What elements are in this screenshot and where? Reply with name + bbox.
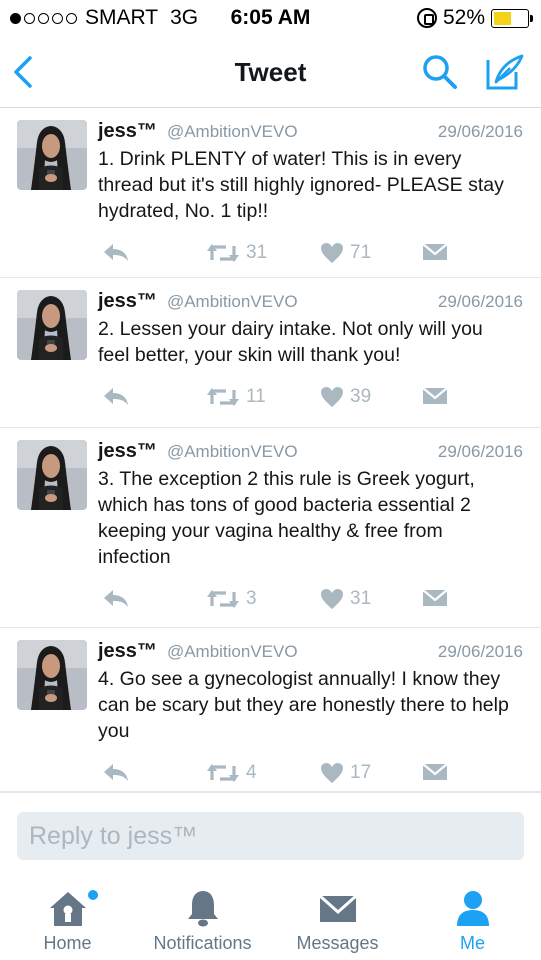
tweet-text: 3. The exception 2 this rule is Greek yo… [98, 468, 475, 568]
reply-input[interactable]: Reply to jess™ [17, 812, 524, 860]
retweet-button[interactable]: 4 [206, 762, 257, 784]
tweet[interactable]: jess™ @AmbitionVEVO 29/06/2016 3. The excep… [0, 428, 541, 628]
tab-messages-label: Messages [296, 933, 379, 953]
retweet-button[interactable]: 3 [206, 588, 257, 610]
reply-icon [102, 242, 130, 262]
retweet-count: 11 [246, 386, 266, 407]
tweet-text: 4. Go see a gynecologist annually! I kno… [98, 668, 509, 742]
like-count: 17 [350, 762, 372, 783]
author-name[interactable]: jess™ [98, 290, 157, 312]
retweet-icon [206, 386, 240, 408]
reply-icon [102, 762, 130, 782]
reply-icon [102, 588, 130, 608]
author-handle: @AmbitionVEVO [166, 442, 298, 461]
like-button[interactable]: 17 [320, 762, 371, 784]
tweet-text: 1. Drink PLENTY of water! This is in eve… [98, 148, 504, 222]
tab-notifications-label: Notifications [153, 933, 252, 953]
reply-button[interactable] [102, 762, 130, 782]
avatar[interactable] [17, 290, 87, 360]
tweet-date: 29/06/2016 [437, 642, 523, 661]
like-count: 39 [350, 386, 372, 407]
reply-bar: Reply to jess™ [0, 792, 541, 876]
reply-button[interactable] [102, 588, 130, 608]
tweet-actions: 4 17 [98, 762, 523, 788]
retweet-count: 4 [246, 762, 257, 783]
bell-icon [187, 891, 218, 927]
tweet-actions: 11 39 [98, 386, 523, 412]
rotation-lock-icon [416, 8, 437, 28]
battery-percent: 52% [442, 6, 485, 29]
retweet-button[interactable]: 11 [206, 386, 266, 408]
author-name[interactable]: jess™ [98, 440, 157, 462]
tab-home-label: Home [43, 933, 92, 953]
tweet-actions: 3 31 [98, 588, 523, 614]
direct-message-button[interactable] [422, 762, 448, 782]
heart-icon [320, 386, 344, 408]
avatar[interactable] [17, 120, 87, 190]
author-handle: @AmbitionVEVO [166, 642, 298, 661]
heart-icon [320, 242, 344, 264]
tab-me[interactable]: Me [420, 876, 525, 960]
tab-messages[interactable]: Messages [280, 876, 395, 960]
direct-message-button[interactable] [422, 588, 448, 608]
envelope-icon [422, 242, 448, 262]
tweet[interactable]: jess™ @AmbitionVEVO 29/06/2016 4. Go see a … [0, 628, 541, 792]
envelope-icon [422, 762, 448, 782]
retweet-icon [206, 242, 240, 264]
retweet-count: 31 [246, 242, 268, 263]
author-name[interactable]: jess™ [98, 120, 157, 142]
tweet[interactable]: jess™ @AmbitionVEVO 29/06/2016 1. Drink PLE… [0, 108, 541, 278]
tweet-header: jess™ @AmbitionVEVO 29/06/2016 [98, 120, 523, 146]
home-badge [88, 890, 98, 900]
tab-home[interactable]: Home [10, 876, 125, 960]
retweet-button[interactable]: 31 [206, 242, 267, 264]
author-name[interactable]: jess™ [98, 640, 157, 662]
tweet-header: jess™ @AmbitionVEVO 29/06/2016 [98, 640, 523, 666]
author-handle: @AmbitionVEVO [166, 122, 298, 141]
like-count: 31 [350, 588, 372, 609]
like-button[interactable]: 31 [320, 588, 371, 610]
tweet-text: 2. Lessen your dairy intake. Not only wi… [98, 318, 483, 366]
tweet-date: 29/06/2016 [437, 122, 523, 141]
heart-icon [320, 588, 344, 610]
like-button[interactable]: 39 [320, 386, 371, 408]
search-icon[interactable] [420, 52, 460, 92]
person-icon [456, 891, 489, 926]
reply-icon [102, 386, 130, 406]
like-count: 71 [350, 242, 372, 263]
home-icon [49, 892, 86, 926]
tweet[interactable]: jess™ @AmbitionVEVO 29/06/2016 2. Lessen yo… [0, 278, 541, 428]
status-right: 52% [416, 6, 533, 30]
compose-icon[interactable] [484, 52, 526, 92]
tweet-header: jess™ @AmbitionVEVO 29/06/2016 [98, 290, 523, 316]
tweet-actions: 31 71 [98, 242, 523, 268]
retweet-icon [206, 588, 240, 610]
envelope-icon [422, 386, 448, 406]
direct-message-button[interactable] [422, 242, 448, 262]
avatar[interactable] [17, 440, 87, 510]
heart-icon [320, 762, 344, 784]
tab-bar: Home Notifications Messages Me [0, 876, 541, 960]
reply-button[interactable] [102, 242, 130, 262]
envelope-icon [422, 588, 448, 608]
tweet-date: 29/06/2016 [437, 442, 523, 461]
status-bar: SMART 3G 6:05 AM 52% [0, 0, 541, 36]
tab-me-label: Me [459, 933, 485, 953]
retweet-icon [206, 762, 240, 784]
avatar[interactable] [17, 640, 87, 710]
like-button[interactable]: 71 [320, 242, 371, 264]
tweet-header: jess™ @AmbitionVEVO 29/06/2016 [98, 440, 523, 466]
envelope-icon [318, 894, 357, 922]
author-handle: @AmbitionVEVO [166, 292, 298, 311]
retweet-count: 3 [246, 588, 257, 609]
battery-icon [491, 8, 533, 28]
tweet-date: 29/06/2016 [437, 292, 523, 311]
reply-button[interactable] [102, 386, 130, 406]
tab-notifications[interactable]: Notifications [135, 876, 270, 960]
nav-bar: Tweet [0, 36, 541, 108]
direct-message-button[interactable] [422, 386, 448, 406]
